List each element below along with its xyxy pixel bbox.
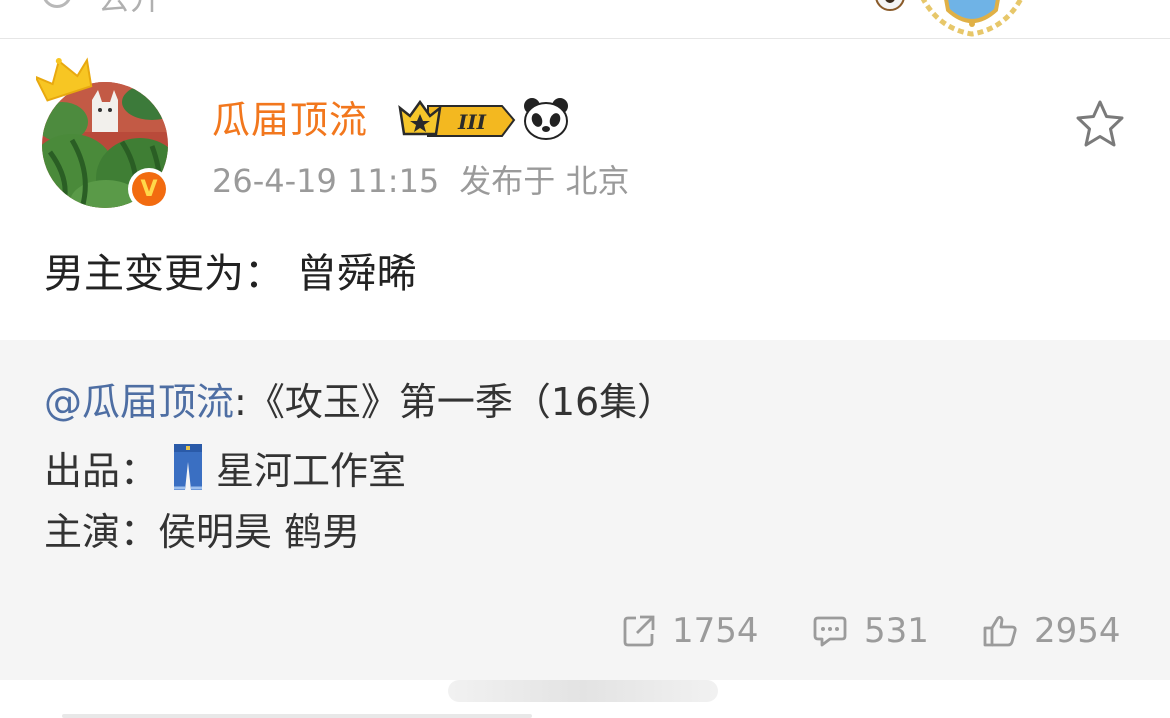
like-count: 2954 [1034,611,1121,651]
repost-count: 1754 [672,611,759,651]
location: 发布于 北京 [459,162,630,200]
vip-level-badge[interactable]: III [398,98,516,140]
crown-icon [36,57,93,102]
comment-button[interactable]: 531 [812,608,929,654]
soccer-ball-icon [875,0,905,11]
watermark-smudge [448,680,718,702]
repost-title: :《攻玉》第一季（16集） [234,380,676,424]
next-post-strip [0,680,1170,718]
weibo-post-page: 去开 [0,0,1170,718]
circle-icon [42,0,72,8]
repost-button[interactable]: 1754 [622,608,759,654]
thumbs-up-icon [983,615,1017,647]
comment-count: 531 [864,611,929,651]
previous-post-text: 去开 [98,0,162,16]
star-outline-icon[interactable] [1074,98,1126,150]
repost-card[interactable]: @瓜届顶流:《攻玉》第一季（16集） 出品： 星河工作室 主演：侯明昊 鹤男 1… [0,340,1170,680]
repost-line-1: @瓜届顶流:《攻玉》第一季（16集） [44,376,675,428]
comment-icon [813,616,847,647]
verified-v-icon: V [128,168,170,210]
avatar-container[interactable]: V [36,56,176,212]
like-button[interactable]: 2954 [982,608,1121,654]
previous-post-strip: 去开 [0,0,1170,39]
post-meta: 26-4-19 11:15 发布于 北京 [212,160,629,202]
jeans-icon [174,444,203,490]
post-body-text: 男主变更为： 曾舜晞 [44,251,417,297]
mention-link[interactable]: @瓜届顶流 [44,380,234,424]
producer-name: 星河工作室 [216,449,407,493]
timestamp: 26-4-19 11:15 [212,162,440,200]
repost-line-3: 主演：侯明昊 鹤男 [44,510,361,554]
username[interactable]: 瓜届顶流 [212,96,368,144]
next-post-divider [62,714,532,718]
producer-label: 出品： [44,449,159,493]
share-icon [623,615,655,647]
shield-badge-icon [920,0,1024,37]
panda-icon [524,98,568,140]
vip-level-text: III [457,110,487,134]
repost-line-2: 出品： 星河工作室 [44,442,406,497]
